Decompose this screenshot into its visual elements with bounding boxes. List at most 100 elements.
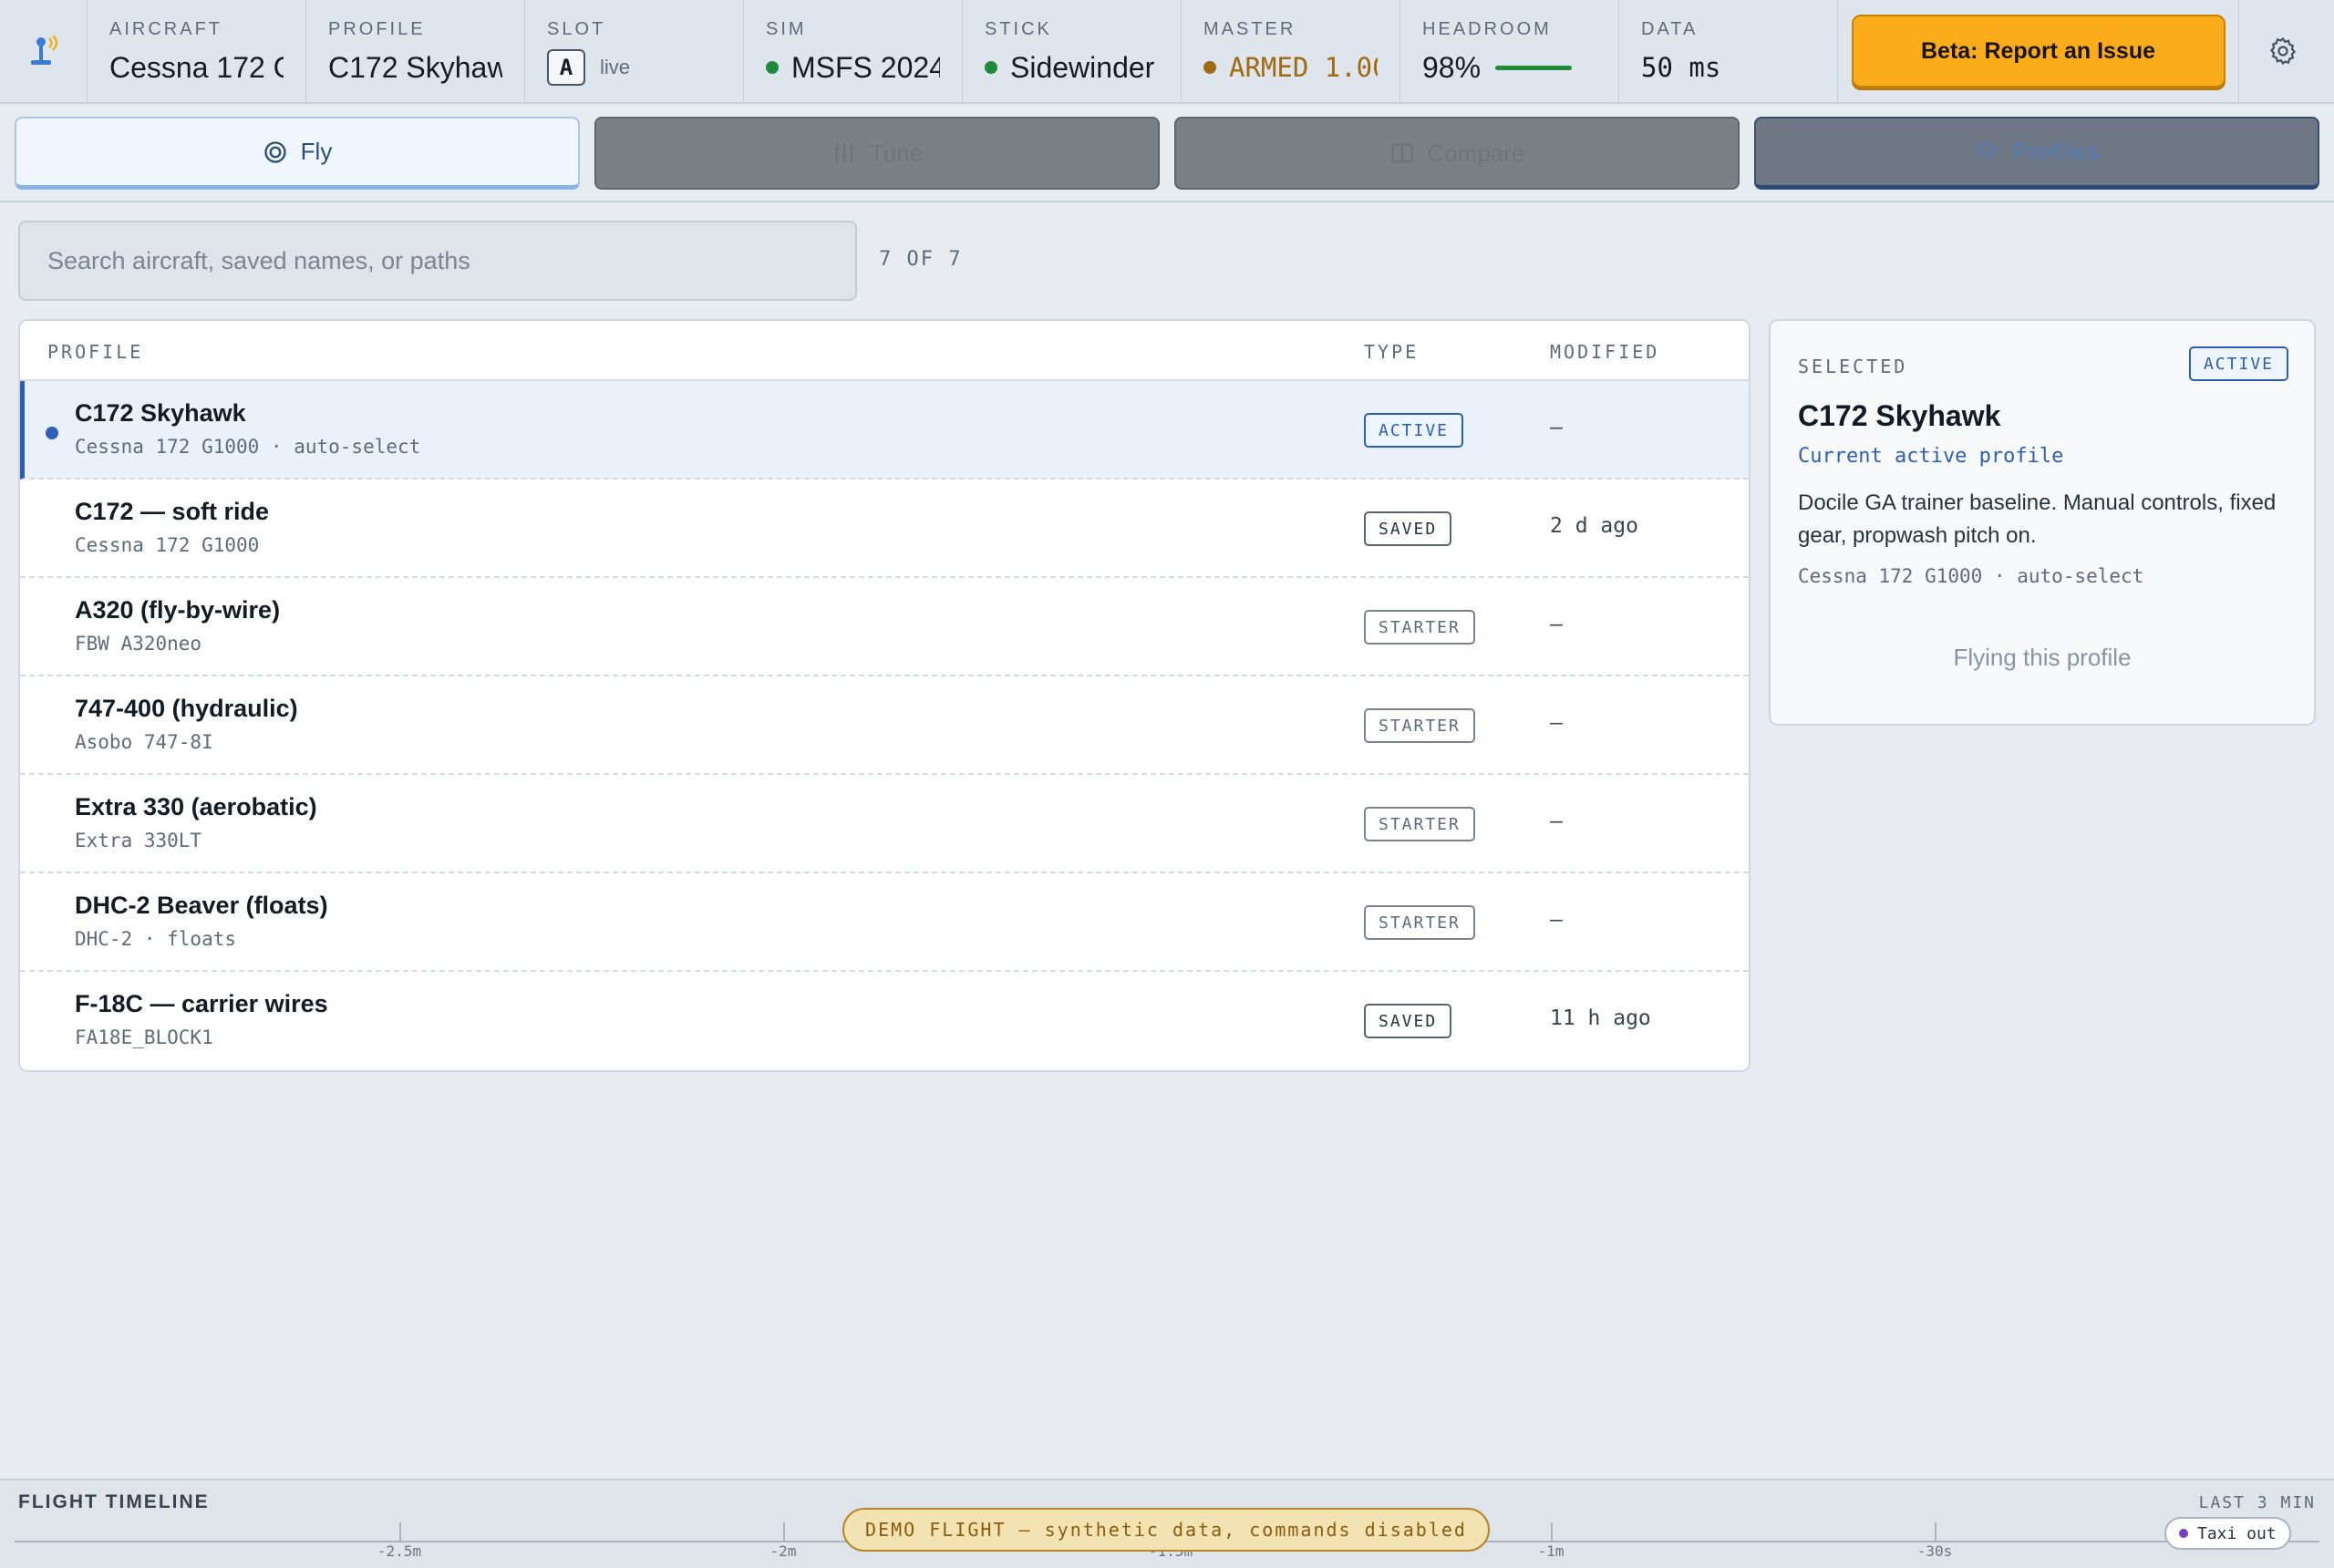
table-row[interactable]: DHC-2 Beaver (floats) DHC-2 · floats STA… — [20, 873, 1749, 972]
tab-profiles[interactable]: Profiles — [1754, 117, 2319, 190]
headroom-status: HEADROOM 98% — [1400, 0, 1619, 102]
headroom-label: HEADROOM — [1422, 19, 1552, 39]
slot-status: SLOT A live — [525, 0, 744, 102]
row-name: F-18C — carrier wires — [75, 990, 328, 1017]
columns-icon — [1389, 140, 1415, 166]
row-sub: FBW A320neo — [75, 633, 202, 655]
sim-status-dot — [766, 61, 779, 74]
row-name: C172 — soft ride — [75, 498, 270, 525]
timeline-tick-label: -2m — [769, 1542, 797, 1560]
row-sub: Cessna 172 G1000 — [75, 534, 260, 556]
row-name: A320 (fly-by-wire) — [75, 596, 281, 624]
type-badge: SAVED — [1364, 1004, 1452, 1038]
demo-flight-banner: DEMO FLIGHT — synthetic data, commands d… — [842, 1508, 1490, 1552]
slot-state: live — [600, 56, 631, 78]
tab-tune[interactable]: Tune — [594, 117, 1160, 190]
stick-label: STICK — [985, 19, 1052, 39]
timeline-event-marker[interactable]: Taxi out — [2164, 1517, 2291, 1550]
slot-indicator[interactable]: A — [547, 49, 585, 86]
timeline-tick — [783, 1522, 785, 1541]
panel-subtitle: Current active profile — [1798, 445, 2064, 468]
row-sub: Cessna 172 G1000 · auto-select — [75, 436, 421, 458]
data-status: DATA 50 ms — [1619, 0, 1838, 102]
profile-value: C172 Skyhaw — [328, 51, 502, 84]
settings-button[interactable] — [2239, 0, 2327, 102]
master-status: MASTER ARMED 1.00 — [1182, 0, 1400, 102]
selected-dot — [46, 427, 58, 439]
stick-status: STICK Sidewinder — [963, 0, 1182, 102]
row-modified: — — [1550, 613, 1563, 636]
type-badge: STARTER — [1364, 610, 1475, 645]
table-row[interactable]: 747-400 (hydraulic) Asobo 747-8I STARTER… — [20, 676, 1749, 775]
headroom-bar — [1495, 65, 1573, 70]
gear-icon — [2269, 36, 2297, 66]
row-sub: FA18E_BLOCK1 — [75, 1026, 213, 1048]
table-row[interactable]: F-18C — carrier wires FA18E_BLOCK1 SAVED… — [20, 972, 1749, 1070]
target-icon — [263, 139, 288, 165]
timeline-tick-label: -1m — [1537, 1542, 1565, 1560]
data-value: 50 ms — [1641, 52, 1721, 83]
layers-icon — [1974, 139, 1999, 165]
timeline-tick — [399, 1522, 401, 1541]
status-bar: AIRCRAFT Cessna 172 G PROFILE C172 Skyha… — [0, 0, 2334, 104]
row-modified: 2 d ago — [1550, 514, 1638, 538]
tab-fly[interactable]: Fly — [15, 117, 580, 190]
slot-label: SLOT — [547, 19, 606, 39]
type-badge: STARTER — [1364, 807, 1475, 841]
panel-label: SELECTED — [1798, 356, 1908, 377]
sim-status: SIM MSFS 2024 — [744, 0, 963, 102]
table-row[interactable]: A320 (fly-by-wire) FBW A320neo STARTER — — [20, 578, 1749, 676]
app-logo[interactable] — [0, 0, 88, 102]
master-value: ARMED 1.00 — [1229, 52, 1378, 83]
tab-profiles-label: Profiles — [2012, 138, 2100, 165]
panel-meta: Cessna 172 G1000 · auto-select — [1798, 565, 2144, 587]
timeline-tick-label: -30s — [1916, 1542, 1953, 1560]
event-dot — [2179, 1529, 2188, 1538]
sim-value: MSFS 2024 — [791, 51, 940, 84]
header-modified: MODIFIED — [1550, 341, 1660, 363]
table-row[interactable]: C172 Skyhawk Cessna 172 G1000 · auto-sel… — [20, 381, 1749, 480]
profile-label: PROFILE — [328, 19, 426, 39]
data-label: DATA — [1641, 19, 1699, 39]
tab-compare-label: Compare — [1427, 139, 1525, 167]
table-row[interactable]: C172 — soft ride Cessna 172 G1000 SAVED … — [20, 480, 1749, 578]
timeline-tick — [1935, 1522, 1936, 1541]
timeline-range: LAST 3 MIN — [2198, 1493, 2316, 1512]
row-sub: DHC-2 · floats — [75, 928, 237, 950]
profiles-table: PROFILE TYPE MODIFIED C172 Skyhawk Cessn… — [18, 319, 1750, 1072]
row-modified: — — [1550, 711, 1563, 735]
stick-value: Sidewinder — [1010, 51, 1155, 84]
table-header: PROFILE TYPE MODIFIED — [20, 321, 1749, 381]
master-status-dot — [1203, 61, 1216, 74]
row-name: 747-400 (hydraulic) — [75, 695, 298, 722]
timeline-title: FLIGHT TIMELINE — [18, 1491, 210, 1512]
panel-description: Docile GA trainer baseline. Manual contr… — [1798, 490, 2277, 548]
row-modified: — — [1550, 908, 1563, 932]
table-row[interactable]: Extra 330 (aerobatic) Extra 330LT STARTE… — [20, 775, 1749, 873]
profile-search-input[interactable] — [18, 221, 857, 301]
type-badge: STARTER — [1364, 708, 1475, 743]
stick-status-dot — [985, 61, 997, 74]
header-profile: PROFILE — [47, 341, 144, 363]
row-sub: Asobo 747-8I — [75, 731, 213, 753]
sliders-icon — [831, 140, 857, 166]
type-badge: ACTIVE — [1364, 413, 1464, 448]
timeline-tick — [1551, 1522, 1553, 1541]
row-modified: — — [1550, 416, 1563, 439]
row-name: Extra 330 (aerobatic) — [75, 793, 317, 820]
selected-profile-panel: SELECTED ACTIVE C172 Skyhawk Current act… — [1769, 319, 2316, 726]
header-type: TYPE — [1364, 341, 1420, 363]
flying-profile-button: Flying this profile — [1953, 644, 2132, 671]
panel-title: C172 Skyhawk — [1798, 399, 2001, 432]
row-modified: 11 h ago — [1550, 1006, 1651, 1030]
report-issue-button[interactable]: Beta: Report an Issue — [1851, 15, 2226, 88]
sim-label: SIM — [766, 19, 807, 39]
result-count: 7 OF 7 — [879, 248, 963, 271]
profile-status: PROFILE C172 Skyhaw — [306, 0, 525, 102]
tab-tune-label: Tune — [869, 139, 924, 167]
panel-status-badge: ACTIVE — [2188, 346, 2288, 381]
headroom-value: 98% — [1422, 51, 1482, 84]
tab-compare[interactable]: Compare — [1174, 117, 1740, 190]
main-tabs: Fly Tune Compare Profiles — [0, 104, 2334, 202]
aircraft-value: Cessna 172 G — [109, 51, 284, 84]
